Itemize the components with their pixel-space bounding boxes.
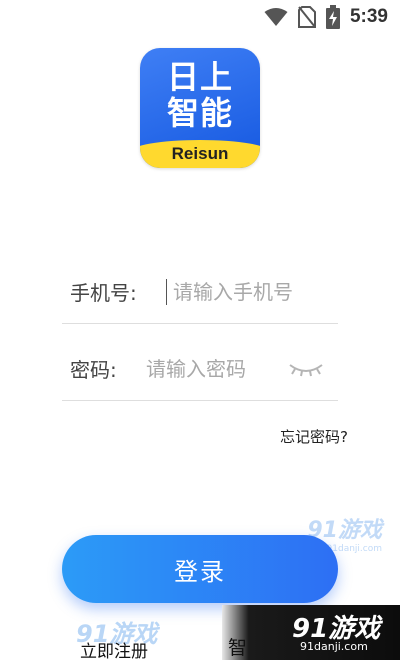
password-label: 密码:	[70, 358, 117, 382]
logo-brand-text: Reisun	[171, 144, 229, 163]
battery-charging-icon	[325, 5, 340, 29]
login-button[interactable]: 登录	[62, 535, 338, 603]
partial-text: 智	[228, 637, 248, 659]
app-logo: 日上 智能 Reisun	[140, 48, 260, 168]
status-bar: 5:39	[0, 0, 400, 34]
eye-closed-icon[interactable]	[286, 357, 326, 381]
register-link[interactable]: 立即注册	[80, 637, 148, 662]
forgot-password-link[interactable]: 忘记密码?	[280, 426, 348, 447]
text-cursor	[166, 278, 167, 305]
phone-input[interactable]	[173, 279, 338, 304]
logo-line-1: 日上	[166, 58, 233, 96]
status-time: 5:39	[349, 6, 388, 27]
password-input[interactable]	[146, 356, 286, 381]
phone-label: 手机号:	[70, 281, 137, 305]
no-sim-icon	[297, 6, 316, 28]
phone-field-row: 手机号:	[62, 260, 338, 324]
watermark-panel-sub: 91danji.com	[300, 640, 368, 653]
wifi-icon	[264, 8, 288, 26]
logo-line-2: 智能	[166, 94, 233, 132]
password-field-row: 密码:	[62, 337, 338, 401]
